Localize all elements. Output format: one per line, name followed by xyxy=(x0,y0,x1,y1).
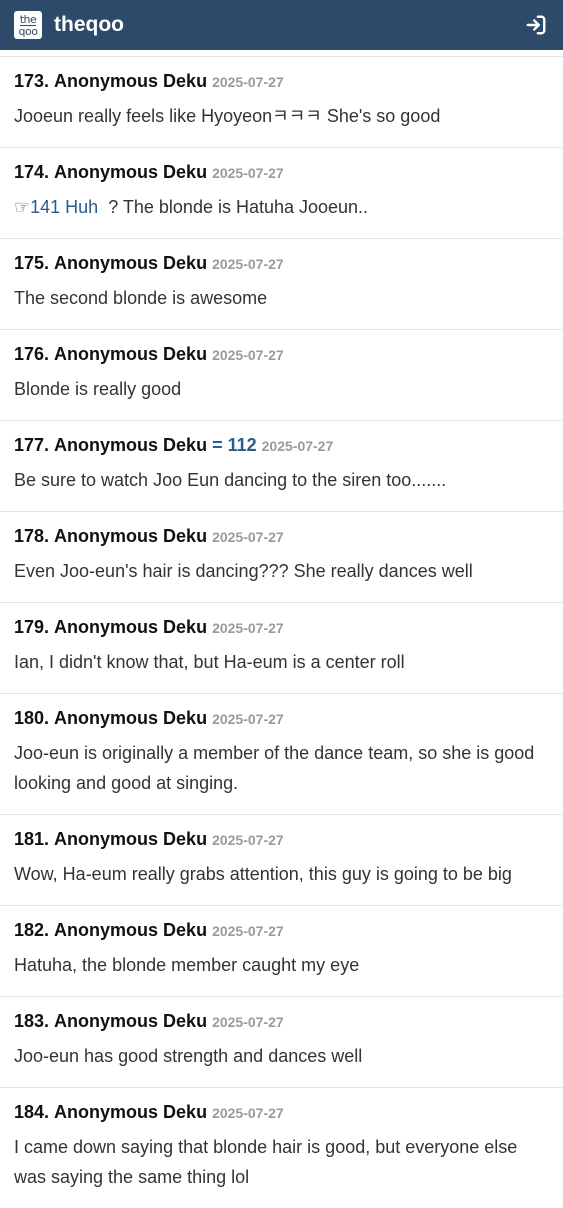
comment-text: ? The blonde is Hatuha Jooeun.. xyxy=(98,197,369,217)
comment-list: 173. Anonymous Deku 2025-07-27 Jooeun re… xyxy=(0,56,563,1208)
comment-number: 182. xyxy=(14,920,50,940)
comment-date: 2025-07-27 xyxy=(212,256,284,272)
comment-author: Anonymous Deku xyxy=(54,253,208,273)
comment-header: 182. Anonymous Deku 2025-07-27 xyxy=(14,920,549,948)
comment-date: 2025-07-27 xyxy=(212,347,284,363)
comment-header: 173. Anonymous Deku 2025-07-27 xyxy=(14,71,549,99)
comment-number: 175. xyxy=(14,253,50,273)
logo-text-top: the xyxy=(19,12,37,26)
comment-header: 178. Anonymous Deku 2025-07-27 xyxy=(14,526,549,554)
comment-text: Ian, I didn't know that, but Ha-eum is a… xyxy=(14,652,405,672)
comment-date: 2025-07-27 xyxy=(212,620,284,636)
comment-author: Anonymous Deku xyxy=(54,829,208,849)
comment-item: 178. Anonymous Deku 2025-07-27 Even Joo-… xyxy=(0,512,563,603)
comment-number: 174. xyxy=(14,162,50,182)
reply-link[interactable]: ☞141 Huh xyxy=(14,197,98,217)
comment-text: Hatuha, the blonde member caught my eye xyxy=(14,955,360,975)
comment-item: 182. Anonymous Deku 2025-07-27 Hatuha, t… xyxy=(0,906,563,997)
comment-author: Anonymous Deku xyxy=(54,435,208,455)
comment-header: 176. Anonymous Deku 2025-07-27 xyxy=(14,344,549,372)
comment-author: Anonymous Deku xyxy=(54,526,208,546)
comment-header: 179. Anonymous Deku 2025-07-27 xyxy=(14,617,549,645)
comment-number: 180. xyxy=(14,708,50,728)
comment-date: 2025-07-27 xyxy=(212,711,284,727)
comment-number: 179. xyxy=(14,617,50,637)
comment-author: Anonymous Deku xyxy=(54,162,208,182)
comment-header: 175. Anonymous Deku 2025-07-27 xyxy=(14,253,549,281)
comment-item: 179. Anonymous Deku 2025-07-27 Ian, I di… xyxy=(0,603,563,694)
comment-text: Jooeun really feels like Hyoyeonㅋㅋㅋ She'… xyxy=(14,106,441,126)
comment-date: 2025-07-27 xyxy=(212,529,284,545)
comment-date: 2025-07-27 xyxy=(212,1105,284,1121)
comment-number: 181. xyxy=(14,829,50,849)
comment-date: 2025-07-27 xyxy=(212,1014,284,1030)
comment-body: ☞141 Huh ? The blonde is Hatuha Jooeun.. xyxy=(14,192,549,222)
comment-number: 173. xyxy=(14,71,50,91)
comment-author: Anonymous Deku xyxy=(54,344,208,364)
comment-item: 176. Anonymous Deku 2025-07-27 Blonde is… xyxy=(0,330,563,421)
comment-text: Joo-eun is originally a member of the da… xyxy=(14,743,535,793)
comment-author: Anonymous Deku xyxy=(54,920,208,940)
comment-item: 175. Anonymous Deku 2025-07-27 The secon… xyxy=(0,239,563,330)
comment-date: 2025-07-27 xyxy=(261,438,334,454)
comment-item: 181. Anonymous Deku 2025-07-27 Wow, Ha-e… xyxy=(0,815,563,906)
comment-header: 180. Anonymous Deku 2025-07-27 xyxy=(14,708,549,736)
login-button[interactable] xyxy=(523,12,549,38)
comment-item: 183. Anonymous Deku 2025-07-27 Joo-eun h… xyxy=(0,997,563,1088)
site-name[interactable]: theqoo xyxy=(54,13,124,37)
comment-header: 183. Anonymous Deku 2025-07-27 xyxy=(14,1011,549,1039)
comment-text: Blonde is really good xyxy=(14,379,182,399)
comment-text: Be sure to watch Joo Eun dancing to the … xyxy=(14,470,447,490)
login-icon xyxy=(526,15,546,35)
comment-author: Anonymous Deku xyxy=(54,617,208,637)
comment-number: 183. xyxy=(14,1011,50,1031)
comment-header: 181. Anonymous Deku 2025-07-27 xyxy=(14,829,549,857)
comment-text: Wow, Ha-eum really grabs attention, this… xyxy=(14,864,512,884)
comment-item: 184. Anonymous Deku 2025-07-27 I came do… xyxy=(0,1088,563,1208)
comment-header: 174. Anonymous Deku 2025-07-27 xyxy=(14,162,549,190)
comment-date: 2025-07-27 xyxy=(212,165,284,181)
top-bar: the qoo theqoo xyxy=(0,0,563,50)
comment-number: 178. xyxy=(14,526,50,546)
comment-item: 177. Anonymous Deku = 112 2025-07-27 Be … xyxy=(0,421,563,512)
comment-header: 184. Anonymous Deku 2025-07-27 xyxy=(14,1102,549,1130)
comment-item: 174. Anonymous Deku 2025-07-27 ☞141 Huh … xyxy=(0,148,563,239)
comment-text: I came down saying that blonde hair is g… xyxy=(14,1137,518,1187)
comment-author: Anonymous Deku xyxy=(54,71,208,91)
comment-number: 177. xyxy=(14,435,50,455)
comment-text: The second blonde is awesome xyxy=(14,288,268,308)
comment-number: 176. xyxy=(14,344,50,364)
comment-item: 173. Anonymous Deku 2025-07-27 Jooeun re… xyxy=(0,57,563,148)
site-logo[interactable]: the qoo xyxy=(14,11,42,39)
comment-text: Even Joo-eun's hair is dancing??? She re… xyxy=(14,561,473,581)
comment-author: Anonymous Deku xyxy=(54,708,208,728)
comment-text: Joo-eun has good strength and dances wel… xyxy=(14,1046,363,1066)
comment-item: 180. Anonymous Deku 2025-07-27 Joo-eun i… xyxy=(0,694,563,815)
comment-author: Anonymous Deku xyxy=(54,1011,208,1031)
comment-date: 2025-07-27 xyxy=(212,832,284,848)
comment-number: 184. xyxy=(14,1102,50,1122)
comment-date: 2025-07-27 xyxy=(212,74,284,90)
comment-date: 2025-07-27 xyxy=(212,923,284,939)
reply-reference-link[interactable]: = 112 xyxy=(212,435,257,456)
comment-author: Anonymous Deku xyxy=(54,1102,208,1122)
logo-text-bottom: qoo xyxy=(18,24,38,38)
comment-header: 177. Anonymous Deku = 112 2025-07-27 xyxy=(14,435,549,463)
